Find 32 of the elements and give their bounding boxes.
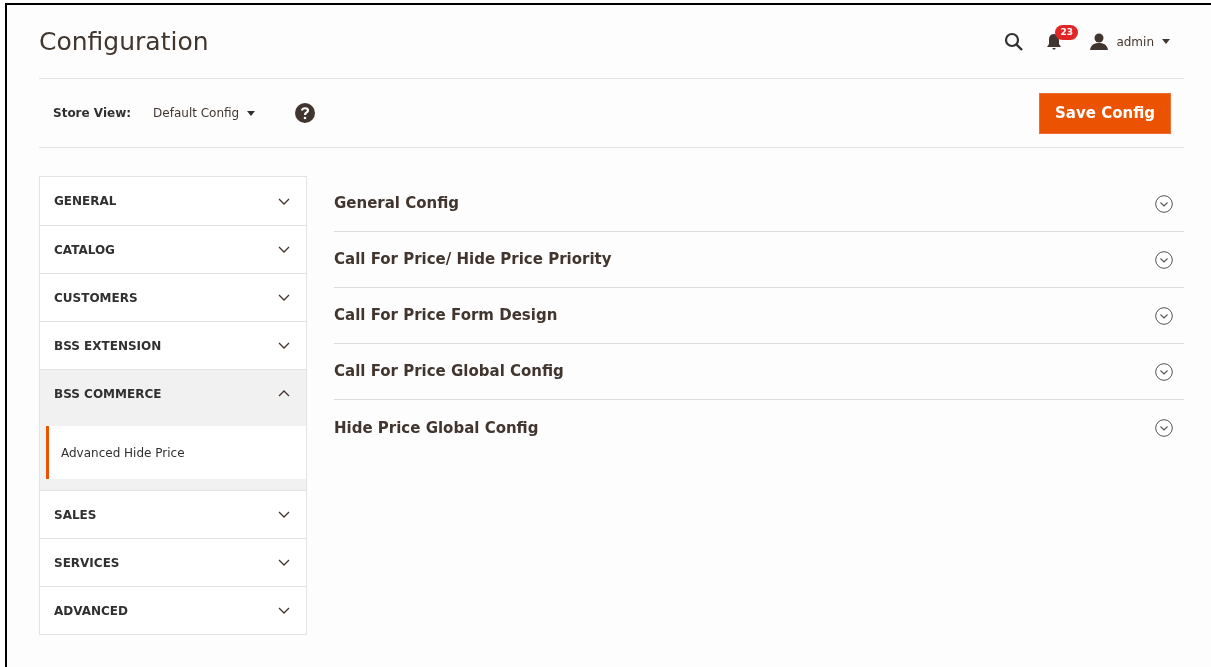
section-title[interactable]: Hide Price Global Config xyxy=(334,416,539,440)
expand-circle-icon[interactable] xyxy=(1155,250,1173,269)
bell-icon[interactable] xyxy=(1046,32,1063,51)
notification-count: 23 xyxy=(1055,24,1078,40)
caret-icon[interactable] xyxy=(1162,39,1170,44)
user-icon xyxy=(1090,33,1109,50)
chevron-down-icon xyxy=(278,511,290,518)
search-icon[interactable] xyxy=(1004,31,1025,52)
chevron-down-icon xyxy=(278,197,290,205)
save-config-button[interactable]: Save Config xyxy=(1039,92,1171,134)
expand-circle-icon[interactable] xyxy=(1155,194,1173,213)
chevron-down-icon xyxy=(278,342,290,349)
caret-icon xyxy=(247,110,256,116)
section-title[interactable]: General Config xyxy=(334,192,460,215)
chevron-down-icon xyxy=(278,559,290,566)
chevron-up-icon xyxy=(278,390,290,397)
store-view-label: Store View: xyxy=(53,105,132,122)
sidebar-section[interactable]: BSS COMMERCE xyxy=(40,369,306,417)
help-icon[interactable] xyxy=(295,103,316,123)
expand-circle-icon[interactable] xyxy=(1155,419,1173,437)
chevron-down-icon xyxy=(278,246,290,253)
expand-circle-icon[interactable] xyxy=(1155,306,1173,325)
page-title: Configuration xyxy=(39,25,209,58)
store-view-dropdown[interactable]: Default Config xyxy=(153,104,256,122)
expand-circle-icon[interactable] xyxy=(1155,362,1173,381)
section-title[interactable]: Call For Price/ Hide Price Priority xyxy=(334,248,612,271)
section-title[interactable]: Call For Price Form Design xyxy=(334,304,558,327)
chevron-down-icon xyxy=(278,294,290,301)
section-title[interactable]: Call For Price Global Config xyxy=(334,360,564,383)
user-menu[interactable]: admin xyxy=(1116,32,1154,51)
chevron-down-icon xyxy=(278,607,290,614)
sidebar-link[interactable]: Advanced Hide Price xyxy=(46,426,306,479)
